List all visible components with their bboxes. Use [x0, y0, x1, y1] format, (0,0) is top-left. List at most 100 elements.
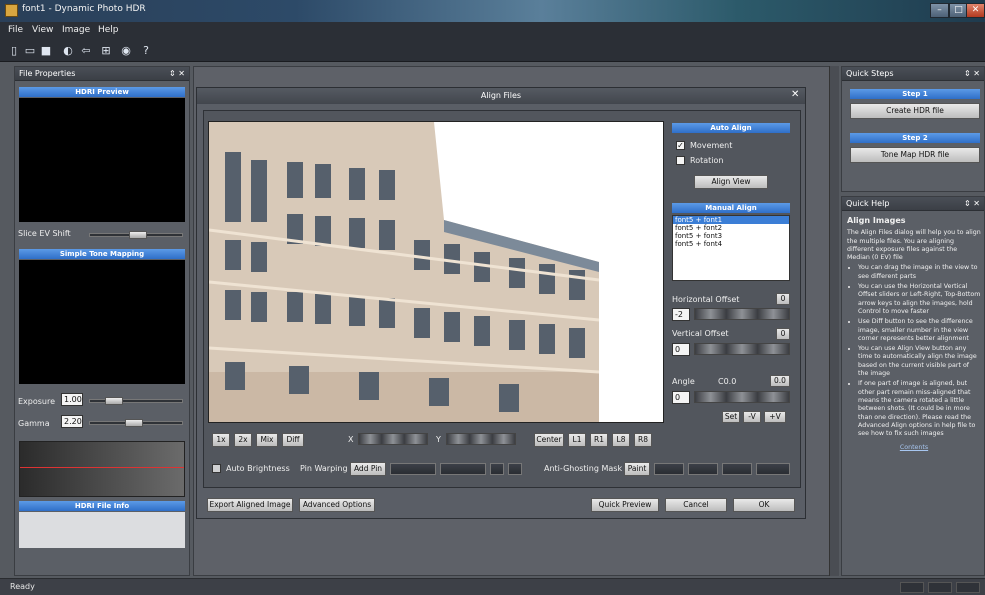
help-heading: Align Images — [847, 216, 906, 225]
pin-tool-button[interactable] — [508, 463, 522, 475]
pin-warping-label: Pin Warping — [300, 464, 348, 473]
slider-thumb[interactable] — [129, 231, 147, 239]
crop-icon[interactable]: ⊞ — [98, 43, 114, 59]
file-pair-list[interactable]: font5 + font1 font5 + font2 font5 + font… — [672, 215, 790, 281]
x-label: X — [348, 435, 354, 444]
view-1x-button[interactable]: 1x — [212, 433, 230, 447]
help-icon[interactable]: ? — [138, 43, 154, 59]
r8-button[interactable]: R8 — [634, 433, 652, 447]
plus-v-button[interactable]: +V — [764, 411, 786, 423]
view-diff-button[interactable]: Diff — [282, 433, 304, 447]
vertical-offset-input[interactable]: 0 — [672, 343, 690, 356]
menu-image[interactable]: Image — [62, 25, 90, 35]
panel-close-icon[interactable]: ⇕ ✕ — [169, 69, 185, 78]
create-hdr-button[interactable]: Create HDR file — [850, 103, 980, 119]
menu-file[interactable]: File — [8, 25, 23, 35]
l8-button[interactable]: L8 — [612, 433, 630, 447]
status-pane — [956, 582, 980, 593]
mask-tool-button[interactable] — [756, 463, 790, 475]
angle-readout: C0.0 — [718, 377, 737, 386]
gamma-input[interactable]: 2.20 — [61, 415, 83, 428]
horizontal-reset-button[interactable]: 0 — [776, 293, 790, 305]
minimize-icon: – — [937, 5, 942, 15]
menu-view[interactable]: View — [32, 25, 53, 35]
new-icon[interactable]: ▯ — [6, 43, 22, 59]
mask-tool-button[interactable] — [688, 463, 718, 475]
list-item[interactable]: font5 + font4 — [673, 240, 789, 248]
align-files-dialog: Align Files ✕ Auto Align ✓ Movement Rota… — [196, 87, 806, 519]
exposure-label: Exposure — [18, 397, 56, 406]
contents-link[interactable]: Contents — [847, 444, 981, 452]
panel-pin-icon[interactable]: ⇕ ✕ — [964, 199, 980, 208]
mask-tool-button[interactable] — [722, 463, 752, 475]
close-window-button[interactable]: ✕ — [966, 3, 985, 18]
slider-thumb[interactable] — [105, 397, 123, 405]
panel-pin-icon[interactable]: ⇕ ✕ — [964, 69, 980, 78]
panel-title: Quick Steps ⇕ ✕ — [842, 67, 984, 81]
horizontal-offset-input[interactable]: -2 — [672, 308, 690, 321]
angle-input[interactable]: 0 — [672, 391, 690, 404]
vertical-reset-button[interactable]: 0 — [776, 328, 790, 340]
list-item[interactable]: font5 + font1 — [673, 216, 789, 224]
quick-preview-button[interactable]: Quick Preview — [591, 498, 659, 512]
export-aligned-image-button[interactable]: Export Aligned Image — [207, 498, 293, 512]
y-label: Y — [436, 435, 441, 444]
list-item[interactable]: font5 + font2 — [673, 224, 789, 232]
l1-button[interactable]: L1 — [568, 433, 586, 447]
add-pin-button[interactable]: Add Pin — [350, 462, 386, 476]
open-icon[interactable]: ▭ — [22, 43, 38, 59]
app-icon — [5, 4, 18, 17]
advanced-options-button[interactable]: Advanced Options — [299, 498, 375, 512]
dialog-close-icon[interactable]: ✕ — [791, 89, 799, 100]
set-button[interactable]: Set — [722, 411, 740, 423]
dialog-content: Auto Align ✓ Movement Rotation Align Vie… — [203, 110, 801, 488]
tone-mapping-preview[interactable] — [19, 260, 185, 384]
menu-help[interactable]: Help — [98, 25, 119, 35]
image-view[interactable] — [208, 121, 664, 423]
step1-header: Step 1 — [850, 89, 980, 99]
exposure-slider[interactable] — [89, 399, 183, 403]
cancel-button[interactable]: Cancel — [665, 498, 727, 512]
pin-tool-button[interactable] — [440, 463, 486, 475]
settings-icon[interactable]: ◉ — [118, 43, 134, 59]
hdri-preview-area[interactable] — [19, 98, 185, 222]
center-button[interactable]: Center — [534, 433, 564, 447]
align-view-button[interactable]: Align View — [694, 175, 768, 189]
save-icon[interactable]: ■ — [38, 43, 54, 59]
vertical-offset-slider[interactable] — [694, 343, 790, 355]
undo-icon[interactable]: ◐ — [60, 43, 76, 59]
y-slider[interactable] — [446, 433, 516, 445]
slider-thumb[interactable] — [125, 419, 143, 427]
list-item[interactable]: font5 + font3 — [673, 232, 789, 240]
pin-tool-button[interactable] — [390, 463, 436, 475]
close-icon: ✕ — [971, 5, 980, 15]
r1-button[interactable]: R1 — [590, 433, 608, 447]
minus-v-button[interactable]: -V — [743, 411, 761, 423]
step2-header: Step 2 — [850, 133, 980, 143]
quick-steps-panel: Quick Steps ⇕ ✕ Step 1 Create HDR file S… — [841, 66, 985, 192]
angle-reset-button[interactable]: 0.0 — [770, 375, 790, 387]
view-mix-button[interactable]: Mix — [256, 433, 278, 447]
horizontal-offset-slider[interactable] — [694, 308, 790, 320]
vertical-scrollbar[interactable] — [829, 66, 839, 576]
ok-button[interactable]: OK — [733, 498, 795, 512]
minimize-button[interactable]: – — [930, 3, 949, 18]
exposure-input[interactable]: 1.00 — [61, 393, 83, 406]
status-text: Ready — [10, 582, 35, 591]
hdri-preview-header: HDRI Preview — [19, 87, 185, 97]
angle-slider[interactable] — [694, 391, 790, 403]
paint-button[interactable]: Paint — [624, 462, 650, 476]
mask-tool-button[interactable] — [654, 463, 684, 475]
view-2x-button[interactable]: 2x — [234, 433, 252, 447]
quick-steps-title: Quick Steps — [846, 69, 894, 78]
status-pane — [900, 582, 924, 593]
help-intro: The Align Files dialog will help you to … — [847, 229, 981, 262]
x-slider[interactable] — [358, 433, 428, 445]
help-bullet: Use Diff button to see the difference im… — [858, 318, 981, 343]
tone-map-button[interactable]: Tone Map HDR file — [850, 147, 980, 163]
auto-brightness-checkbox[interactable] — [212, 464, 221, 473]
rotation-checkbox[interactable] — [676, 156, 685, 165]
movement-checkbox[interactable]: ✓ — [676, 141, 685, 150]
pin-tool-button[interactable] — [490, 463, 504, 475]
redo-icon[interactable]: ⇦ — [78, 43, 94, 59]
